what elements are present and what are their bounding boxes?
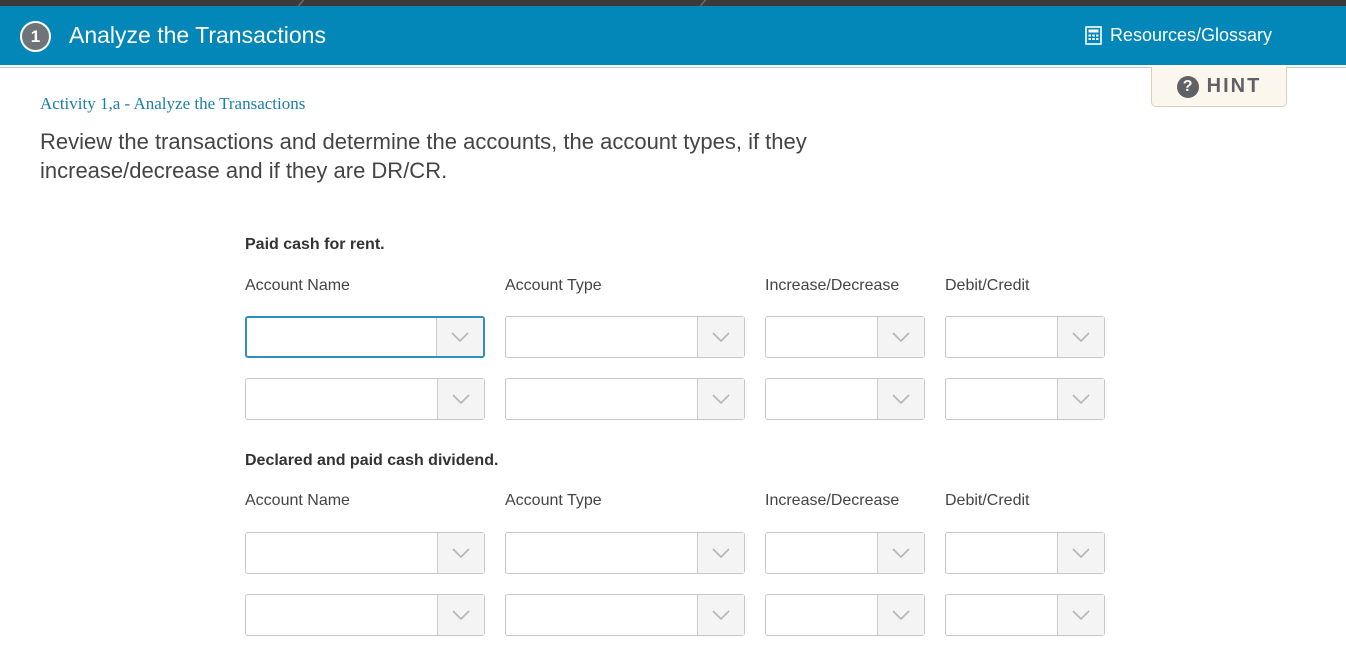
transaction-title: Paid cash for rent. bbox=[245, 236, 385, 253]
chevron-down-icon bbox=[697, 379, 744, 419]
account-name-select[interactable] bbox=[245, 378, 485, 420]
hint-button[interactable]: ? HINT bbox=[1151, 67, 1287, 107]
chevron-down-icon bbox=[437, 595, 484, 635]
chevron-down-icon bbox=[877, 533, 924, 573]
account-type-select[interactable] bbox=[505, 316, 745, 358]
resources-glossary-link[interactable]: Resources/Glossary bbox=[1085, 25, 1272, 46]
step-number-badge: 1 bbox=[20, 21, 51, 52]
account-type-select[interactable] bbox=[505, 532, 745, 574]
account-name-select[interactable] bbox=[245, 594, 485, 636]
debit-credit-select[interactable] bbox=[945, 594, 1105, 636]
account-type-select[interactable] bbox=[505, 378, 745, 420]
column-label-account-type: Account Type bbox=[505, 277, 602, 294]
account-type-select[interactable] bbox=[505, 594, 745, 636]
account-name-select[interactable] bbox=[245, 532, 485, 574]
increase-decrease-select[interactable] bbox=[765, 532, 925, 574]
column-label-debit-credit: Debit/Credit bbox=[945, 492, 1030, 509]
chevron-down-icon bbox=[1057, 595, 1104, 635]
question-circle-icon: ? bbox=[1176, 75, 1199, 98]
chevron-down-icon bbox=[1057, 533, 1104, 573]
chevron-down-icon bbox=[877, 595, 924, 635]
chevron-down-icon bbox=[437, 379, 484, 419]
increase-decrease-select[interactable] bbox=[765, 594, 925, 636]
column-label-account-name: Account Name bbox=[245, 492, 350, 509]
chevron-down-icon bbox=[877, 317, 924, 357]
header-bar: 1 Analyze the Transactions Resources/Glo… bbox=[0, 6, 1346, 65]
increase-decrease-select[interactable] bbox=[765, 316, 925, 358]
calculator-icon bbox=[1085, 26, 1102, 45]
instructions-text: Review the transactions and determine th… bbox=[40, 129, 807, 183]
debit-credit-select[interactable] bbox=[945, 378, 1105, 420]
account-name-select[interactable] bbox=[245, 316, 485, 358]
increase-decrease-select[interactable] bbox=[765, 378, 925, 420]
debit-credit-select[interactable] bbox=[945, 532, 1105, 574]
chevron-down-icon bbox=[437, 533, 484, 573]
hint-label: HINT bbox=[1206, 75, 1262, 97]
chevron-down-icon bbox=[436, 318, 483, 356]
column-label-account-name: Account Name bbox=[245, 277, 350, 294]
column-label-increase-decrease: Increase/Decrease bbox=[765, 277, 900, 294]
chevron-down-icon bbox=[697, 533, 744, 573]
header-divider bbox=[0, 67, 1346, 68]
column-label-increase-decrease: Increase/Decrease bbox=[765, 492, 900, 509]
resources-label: Resources/Glossary bbox=[1109, 25, 1272, 45]
column-label-account-type: Account Type bbox=[505, 492, 602, 509]
activity-title: Activity 1,a - Analyze the Transactions bbox=[40, 94, 306, 113]
column-label-debit-credit: Debit/Credit bbox=[945, 277, 1030, 294]
transaction-title: Declared and paid cash dividend. bbox=[245, 452, 499, 469]
debit-credit-select[interactable] bbox=[945, 316, 1105, 358]
chevron-down-icon bbox=[1057, 317, 1104, 357]
chevron-down-icon bbox=[877, 379, 924, 419]
page-title: Analyze the Transactions bbox=[69, 22, 326, 48]
chevron-down-icon bbox=[1057, 379, 1104, 419]
chevron-down-icon bbox=[697, 317, 744, 357]
chevron-down-icon bbox=[697, 595, 744, 635]
